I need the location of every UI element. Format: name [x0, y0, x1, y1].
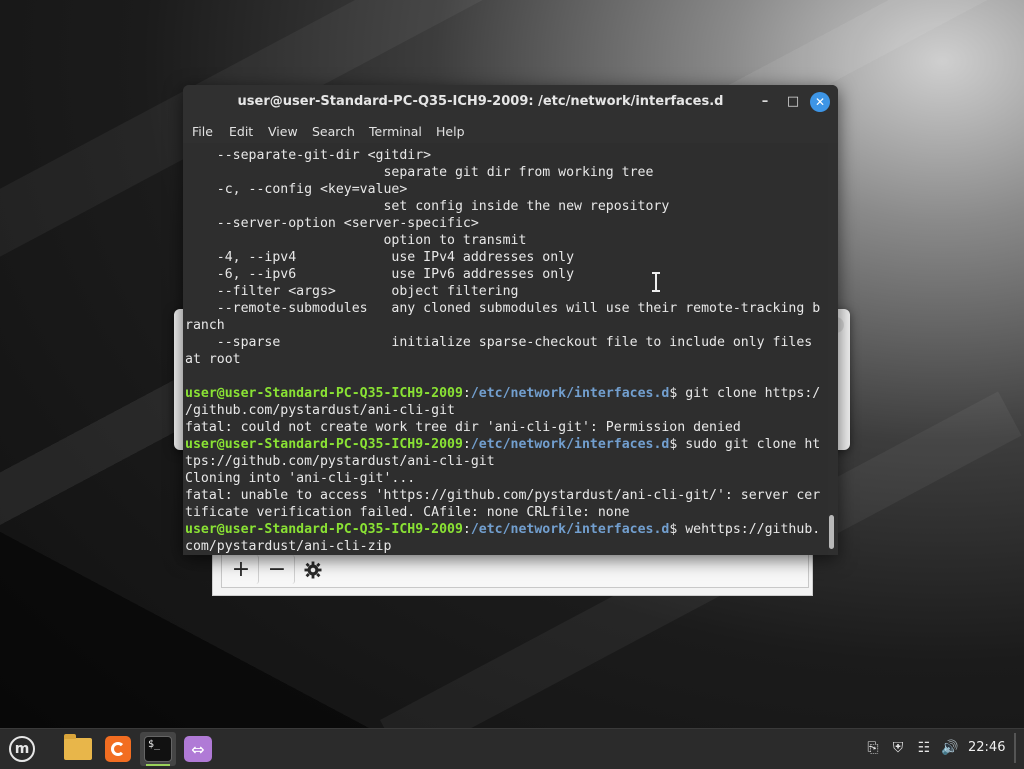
volume-icon[interactable]: 🔊	[941, 739, 959, 757]
output-line: tificate verification failed. CAfile: no…	[185, 505, 630, 520]
output-line: ranch	[185, 318, 225, 333]
output-line: /github.com/pystardust/ani-cli-git	[185, 403, 455, 418]
output-line: --remote-submodules any cloned submodule…	[185, 301, 821, 316]
output-line: -c, --config <key=value>	[185, 182, 408, 197]
firefox-icon	[105, 736, 131, 762]
prompt-line: user@user-Standard-PC-Q35-ICH9-2009:/etc…	[185, 436, 820, 453]
menu-edit[interactable]: Edit	[229, 124, 253, 139]
prompt-line: user@user-Standard-PC-Q35-ICH9-2009:/etc…	[185, 521, 820, 538]
current-input-line[interactable]: com/pystardust/ani-cli-zip	[185, 538, 391, 555]
folder-icon	[64, 734, 92, 760]
dialog-toolbar: + −	[221, 553, 809, 588]
output-line: --server-option <server-specific>	[185, 216, 479, 231]
menu-bar: File Edit View Search Terminal Help	[183, 119, 838, 143]
output-line: -6, --ipv6 use IPv6 addresses only	[185, 267, 575, 282]
prompt-path: /etc/network/interfaces.d	[470, 522, 670, 537]
add-button[interactable]: +	[224, 555, 259, 584]
output-line: --sparse initialize sparse-checkout file…	[185, 335, 813, 350]
output-line: set config inside the new repository	[185, 199, 670, 214]
network-icon[interactable]: ☷	[915, 739, 933, 757]
output-line: -4, --ipv4 use IPv4 addresses only	[185, 250, 575, 265]
prompt-separator: :	[462, 522, 471, 537]
shield-icon[interactable]: ⛨	[889, 739, 907, 757]
gear-icon	[304, 561, 322, 578]
prompt-path: /etc/network/interfaces.d	[470, 386, 670, 401]
output-line: at root	[185, 352, 241, 367]
output-line: Cloning into 'ani-cli-git'...	[185, 471, 416, 486]
prompt-user: user@user-Standard-PC-Q35-ICH9-2009	[185, 522, 463, 537]
output-line: option to transmit	[185, 233, 527, 248]
show-desktop-button[interactable]	[1014, 733, 1016, 763]
prompt-separator: :	[462, 386, 471, 401]
close-button[interactable]: ✕	[810, 92, 830, 112]
terminal-output[interactable]: --separate-git-dir <gitdir> separate git…	[183, 143, 828, 555]
taskbar: m $_ ⇔ ⎘ ⛨ ☷ 🔊 22:46	[0, 728, 1024, 769]
scrollbar-thumb[interactable]	[829, 515, 834, 549]
command-text: $ wehttps://github.	[669, 522, 821, 537]
title-bar[interactable]: user@user-Standard-PC-Q35-ICH9-2009: /et…	[183, 85, 838, 119]
terminal-launcher[interactable]: $_	[140, 732, 176, 766]
output-line: --filter <args> object filtering	[185, 284, 519, 299]
prompt-line: user@user-Standard-PC-Q35-ICH9-2009:/etc…	[185, 385, 820, 402]
menu-help[interactable]: Help	[436, 124, 465, 139]
menu-terminal[interactable]: Terminal	[369, 124, 422, 139]
clock[interactable]: 22:46	[968, 740, 1005, 755]
output-line: tps://github.com/pystardust/ani-cli-git	[185, 454, 495, 469]
settings-button[interactable]	[296, 555, 330, 584]
background-dialog-lower: + −	[212, 553, 813, 596]
output-line: separate git dir from working tree	[185, 165, 654, 180]
firefox-launcher[interactable]	[100, 732, 136, 766]
clipboard-icon[interactable]: ⎘	[864, 739, 882, 757]
prompt-path: /etc/network/interfaces.d	[470, 437, 670, 452]
command-text: $ sudo git clone ht	[669, 437, 821, 452]
terminal-window[interactable]: user@user-Standard-PC-Q35-ICH9-2009: /et…	[183, 85, 838, 555]
output-line: fatal: unable to access 'https://github.…	[185, 488, 821, 503]
maximize-button[interactable]: □	[784, 93, 802, 111]
start-menu-button[interactable]: m	[4, 732, 40, 766]
command-text: $ git clone https:/	[669, 386, 821, 401]
terminal-icon: $_	[144, 736, 172, 762]
minimize-button[interactable]: –	[756, 93, 774, 111]
app-launcher-purple[interactable]: ⇔	[180, 732, 216, 766]
remove-button[interactable]: −	[260, 555, 295, 584]
prompt-separator: :	[462, 437, 471, 452]
output-line: --separate-git-dir <gitdir>	[185, 148, 432, 163]
transfer-icon: ⇔	[184, 736, 212, 762]
prompt-user: user@user-Standard-PC-Q35-ICH9-2009	[185, 437, 463, 452]
menu-view[interactable]: View	[268, 124, 298, 139]
text-cursor-icon	[652, 272, 660, 292]
prompt-user: user@user-Standard-PC-Q35-ICH9-2009	[185, 386, 463, 401]
window-title: user@user-Standard-PC-Q35-ICH9-2009: /et…	[237, 94, 724, 109]
output-line: fatal: could not create work tree dir 'a…	[185, 420, 741, 435]
menu-file[interactable]: File	[192, 124, 213, 139]
mint-logo-icon: m	[9, 736, 35, 762]
files-launcher[interactable]	[60, 732, 96, 766]
menu-search[interactable]: Search	[312, 124, 355, 139]
